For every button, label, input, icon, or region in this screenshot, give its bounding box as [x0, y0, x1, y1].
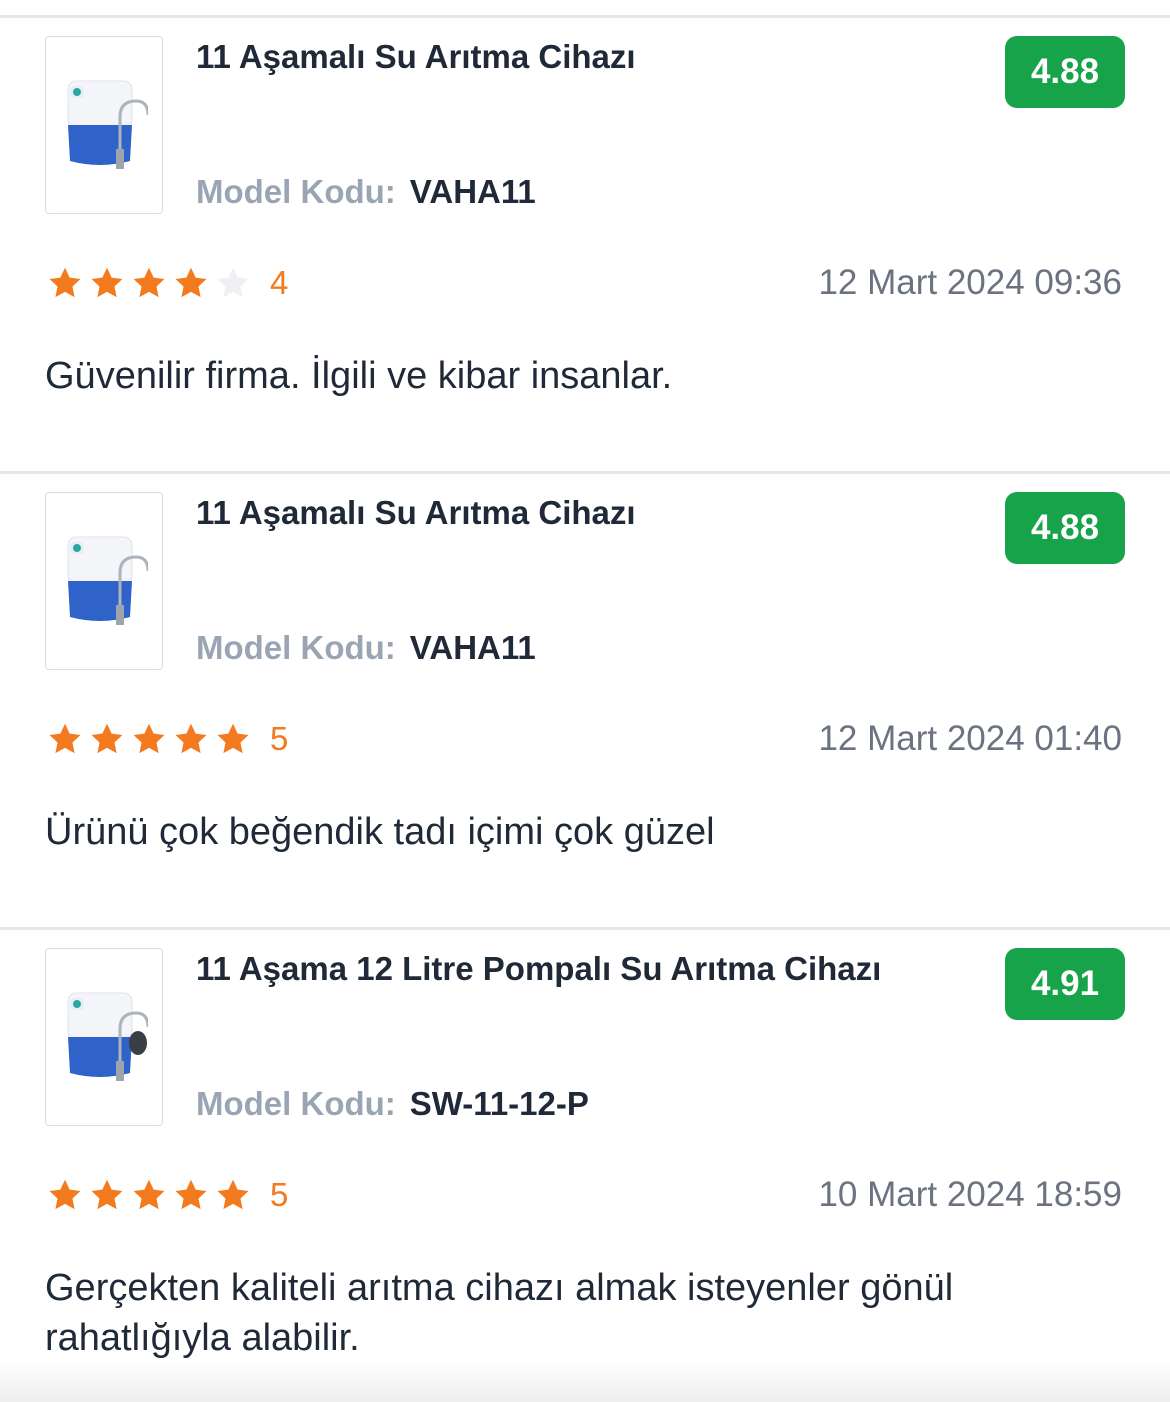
- review-comment: Güvenilir firma. İlgili ve kibar insanla…: [45, 355, 673, 397]
- star-filled-icon: [217, 723, 249, 754]
- rating-number: 5: [270, 1176, 289, 1213]
- model-code-label: Model Kodu:: [196, 1085, 396, 1122]
- water-purifier-image: [67, 536, 148, 625]
- star-rating: [47, 719, 257, 759]
- model-code: Model Kodu: VAHA11: [196, 629, 536, 667]
- product-title[interactable]: 11 Aşama 12 Litre Pompalı Su Arıtma Ciha…: [196, 950, 986, 988]
- star-filled-icon: [175, 1179, 207, 1210]
- product-score-badge: 4.88: [1005, 36, 1125, 108]
- product-thumbnail[interactable]: [45, 948, 163, 1126]
- bottom-fade: [0, 1362, 1170, 1402]
- star-filled-icon: [175, 267, 207, 298]
- review-card: 11 Aşama 12 Litre Pompalı Su Arıtma Ciha…: [0, 927, 1170, 1383]
- model-code: Model Kodu: VAHA11: [196, 173, 536, 211]
- star-filled-icon: [133, 267, 165, 298]
- water-purifier-pump-image: [67, 992, 148, 1081]
- model-code-label: Model Kodu:: [196, 629, 396, 666]
- model-code-value: SW-11-12-P: [409, 1085, 589, 1122]
- star-filled-icon: [217, 1179, 249, 1210]
- review-date: 12 Mart 2024 01:40: [818, 719, 1122, 758]
- review-card: 11 Aşamalı Su Arıtma Cihazı 4.88 Model K…: [0, 15, 1170, 471]
- star-rating: [47, 1175, 257, 1215]
- model-code-label: Model Kodu:: [196, 173, 396, 210]
- review-card: 11 Aşamalı Su Arıtma Cihazı 4.88 Model K…: [0, 471, 1170, 927]
- water-purifier-image: [67, 80, 148, 169]
- product-thumbnail[interactable]: [45, 36, 163, 214]
- rating-number: 4: [270, 264, 289, 301]
- model-code: Model Kodu: SW-11-12-P: [196, 1085, 589, 1123]
- star-filled-icon: [91, 267, 123, 298]
- star-rating: [47, 263, 257, 303]
- rating-number: 5: [270, 720, 289, 757]
- star-filled-icon: [49, 1179, 81, 1210]
- star-filled-icon: [175, 723, 207, 754]
- star-filled-icon: [133, 1179, 165, 1210]
- model-code-value: VAHA11: [409, 629, 536, 666]
- star-filled-icon: [49, 267, 81, 298]
- star-filled-icon: [49, 723, 81, 754]
- product-score-badge: 4.88: [1005, 492, 1125, 564]
- review-comment: Gerçekten kaliteli arıtma cihazı almak i…: [45, 1267, 954, 1359]
- product-title[interactable]: 11 Aşamalı Su Arıtma Cihazı: [196, 494, 986, 532]
- product-title[interactable]: 11 Aşamalı Su Arıtma Cihazı: [196, 38, 986, 76]
- product-score-badge: 4.91: [1005, 948, 1125, 1020]
- model-code-value: VAHA11: [409, 173, 536, 210]
- review-date: 10 Mart 2024 18:59: [818, 1175, 1122, 1214]
- star-filled-icon: [91, 723, 123, 754]
- product-thumbnail[interactable]: [45, 492, 163, 670]
- review-comment: Ürünü çok beğendik tadı içimi çok güzel: [45, 811, 715, 853]
- star-filled-icon: [133, 723, 165, 754]
- star-filled-icon: [91, 1179, 123, 1210]
- review-date: 12 Mart 2024 09:36: [818, 263, 1122, 302]
- star-empty-icon: [217, 267, 249, 298]
